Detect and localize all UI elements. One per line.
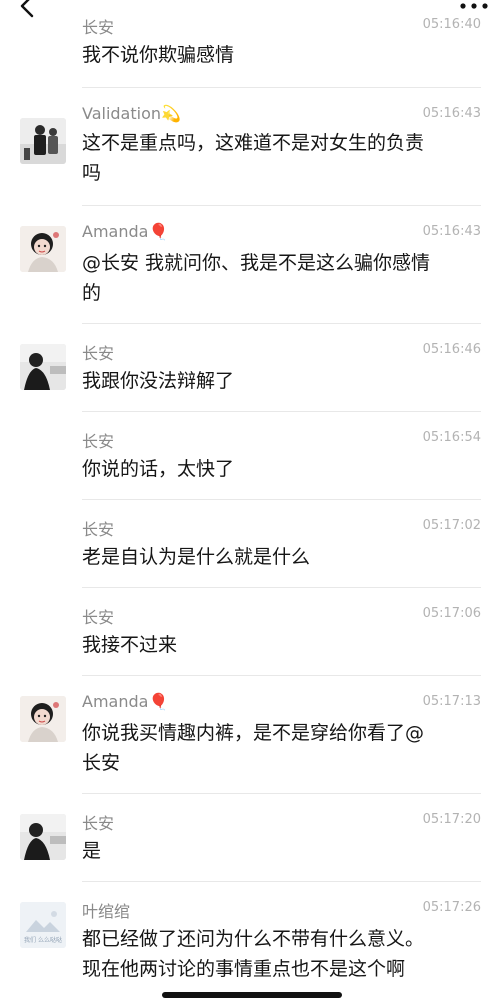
sender-name: 长安 xyxy=(82,520,115,539)
message-time: 05:17:02 xyxy=(422,518,481,533)
message-text[interactable]: 都已经做了还问为什么不带有什么意义。 现在他两讨论的事情重点也不是这个啊 xyxy=(82,924,482,984)
message-item: 长安 05:17:02 老是自认为是什么就是什么 xyxy=(0,500,502,588)
avatar-photo-icon xyxy=(20,696,66,742)
message-time: 05:16:43 xyxy=(422,106,481,121)
message-text[interactable]: 我接不过来 xyxy=(82,630,482,660)
message-item: 长安 05:17:20 是 xyxy=(0,794,502,882)
message-text[interactable]: 你说我买情趣内裤，是不是穿给你看了@ 长安 xyxy=(82,718,482,778)
avatar-caption: 我们 么么哒哒 xyxy=(24,937,62,944)
message-time: 05:16:40 xyxy=(422,17,481,32)
sender-name: 长安 xyxy=(82,432,115,451)
message-item: 我们 么么哒哒 叶绾绾 05:17:26 都已经做了还问为什么不带有什么意义。 … xyxy=(0,882,502,1000)
message-text[interactable]: 我不说你欺骗感情 xyxy=(82,40,482,70)
message-time: 05:16:46 xyxy=(422,342,481,357)
message-text[interactable]: 是 xyxy=(82,836,482,866)
avatar-photo-icon xyxy=(20,814,66,860)
message-time: 05:16:54 xyxy=(422,430,481,445)
sender-name: 长安 xyxy=(82,344,115,363)
message-text[interactable]: @长安 我就问你、我是不是这么骗你感情 的 xyxy=(82,248,482,308)
avatar-photo-icon xyxy=(20,226,66,272)
avatar[interactable] xyxy=(20,118,66,164)
message-item: 长安 05:17:06 我接不过来 xyxy=(0,588,502,676)
message-text[interactable]: 你说的话，太快了 xyxy=(82,454,482,484)
avatar[interactable] xyxy=(20,814,66,860)
message-item: 长安 05:16:54 你说的话，太快了 xyxy=(0,412,502,500)
sender-name: 叶绾绾 xyxy=(82,902,131,921)
message-text[interactable]: 老是自认为是什么就是什么 xyxy=(82,542,482,572)
message-time: 05:17:26 xyxy=(422,900,481,915)
message-item: 长安 05:16:40 我不说你欺骗感情 xyxy=(0,0,502,88)
message-item: Amanda🎈 05:16:43 @长安 我就问你、我是不是这么骗你感情 的 xyxy=(0,206,502,324)
message-item: 长安 05:16:46 我跟你没法辩解了 xyxy=(0,324,502,412)
message-time: 05:17:06 xyxy=(422,606,481,621)
message-time: 05:17:13 xyxy=(422,694,481,709)
avatar[interactable]: 我们 么么哒哒 xyxy=(20,902,66,948)
sender-name: Validation💫 xyxy=(82,104,181,123)
avatar[interactable] xyxy=(20,226,66,272)
avatar[interactable] xyxy=(20,344,66,390)
sender-name: Amanda🎈 xyxy=(82,692,169,711)
message-text[interactable]: 这不是重点吗，这难道不是对女生的负责 吗 xyxy=(82,128,482,188)
sender-name: 长安 xyxy=(82,18,115,37)
message-time: 05:16:43 xyxy=(422,224,481,239)
avatar[interactable] xyxy=(20,696,66,742)
sender-name: Amanda🎈 xyxy=(82,222,169,241)
message-item: Amanda🎈 05:17:13 你说我买情趣内裤，是不是穿给你看了@ 长安 xyxy=(0,676,502,794)
message-text[interactable]: 我跟你没法辩解了 xyxy=(82,366,482,396)
message-time: 05:17:20 xyxy=(422,812,481,827)
avatar-photo-icon xyxy=(20,344,66,390)
avatar-photo-icon xyxy=(20,118,66,164)
message-item: Validation💫 05:16:43 这不是重点吗，这难道不是对女生的负责 … xyxy=(0,88,502,206)
home-indicator[interactable] xyxy=(162,992,342,998)
sender-name: 长安 xyxy=(82,608,115,627)
sender-name: 长安 xyxy=(82,814,115,833)
